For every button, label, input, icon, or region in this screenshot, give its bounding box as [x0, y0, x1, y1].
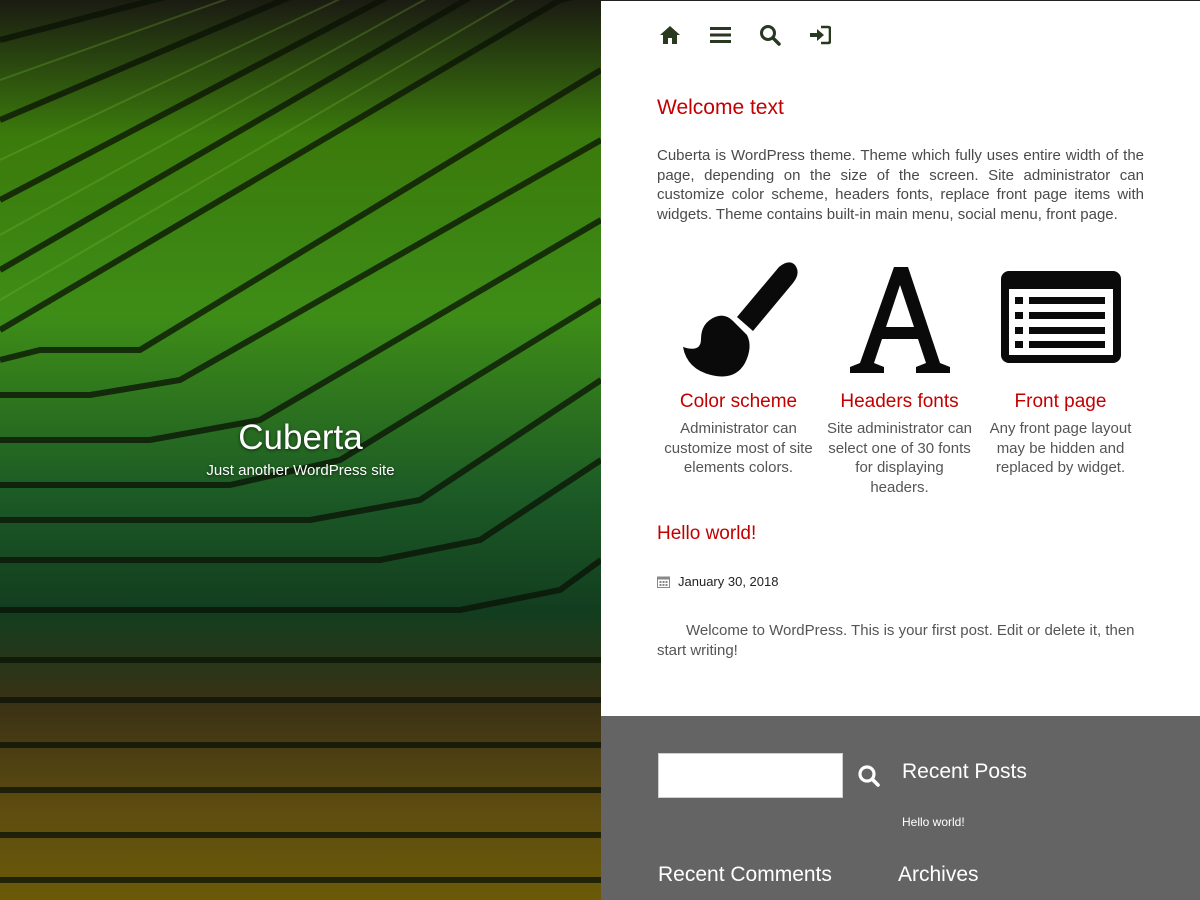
feature-title: Color scheme	[679, 391, 798, 412]
recent-comments-heading: Recent Comments	[658, 863, 832, 886]
post-date: January 30, 2018	[657, 574, 778, 589]
feature-title: Headers fonts	[840, 391, 959, 412]
menu-icon	[709, 27, 731, 43]
feature-description: Any front page layout may be hidden and …	[989, 420, 1132, 477]
features-section: Color scheme Administrator can customize…	[658, 257, 1141, 497]
feature-title: Front page	[1014, 391, 1107, 412]
post-title[interactable]: Hello world!	[657, 523, 756, 545]
login-icon	[810, 25, 831, 45]
login-button[interactable]	[808, 23, 832, 47]
footer-widgets: Recent Posts Hello world! Recent Comment…	[601, 716, 1200, 900]
search-submit-icon[interactable]	[856, 763, 882, 789]
list-window-icon	[1000, 271, 1121, 363]
top-navigation	[658, 23, 832, 47]
recent-post-link[interactable]: Hello world!	[902, 815, 965, 829]
post-excerpt: Welcome to WordPress. This is your first…	[657, 622, 1135, 659]
font-letter-a-icon	[849, 267, 950, 373]
home-button[interactable]	[658, 23, 682, 47]
feature-front-page: Front page Any front page layout may be …	[980, 257, 1141, 497]
archives-heading: Archives	[898, 863, 979, 886]
hero-banner: Cuberta Just another WordPress site	[0, 0, 601, 900]
feature-description: Administrator can customize most of site…	[664, 420, 813, 477]
search-input[interactable]	[658, 753, 843, 798]
feature-description: Site administrator can select one of 30 …	[826, 420, 973, 496]
welcome-heading: Welcome text	[657, 96, 784, 119]
post-date-text[interactable]: January 30, 2018	[678, 574, 778, 589]
site-tagline: Just another WordPress site	[206, 462, 395, 479]
feature-headers-fonts: Headers fonts Site administrator can sel…	[819, 257, 980, 497]
paintbrush-icon	[682, 262, 798, 377]
site-title[interactable]: Cuberta	[0, 418, 601, 458]
search-button[interactable]	[758, 23, 782, 47]
menu-button[interactable]	[708, 23, 732, 47]
search-icon	[760, 25, 781, 46]
calendar-icon	[657, 576, 670, 588]
welcome-text: Cuberta is WordPress theme. Theme which …	[657, 147, 1144, 223]
main-content: Welcome text Cuberta is WordPress theme.…	[601, 0, 1200, 716]
home-icon	[660, 26, 680, 44]
feature-color-scheme: Color scheme Administrator can customize…	[658, 257, 819, 497]
site-branding: Cuberta Just another WordPress site	[0, 418, 601, 479]
recent-posts-heading: Recent Posts	[902, 760, 1027, 783]
